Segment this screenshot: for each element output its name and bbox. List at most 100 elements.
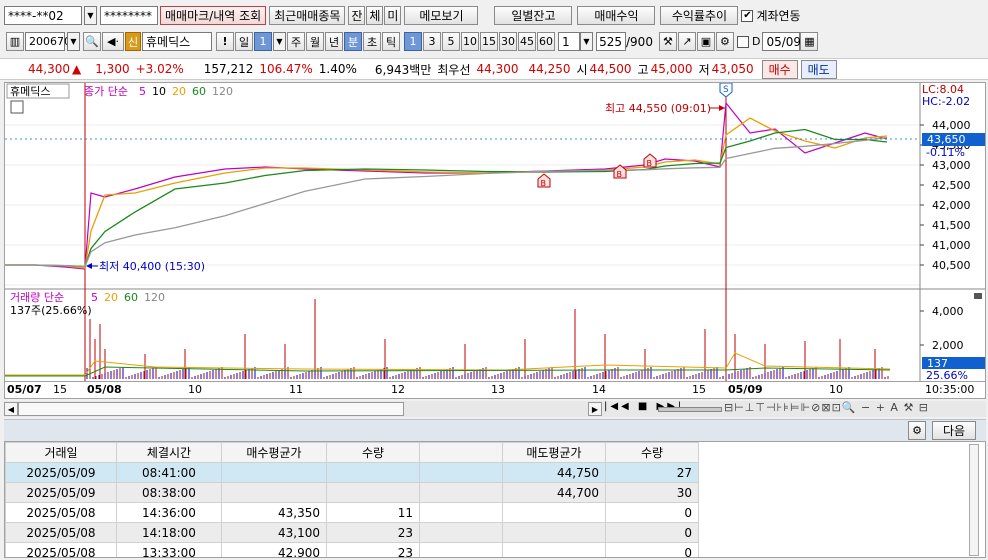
- executed-tab[interactable]: 체: [366, 6, 384, 25]
- cell-buy-qty: [326, 482, 420, 503]
- volume-ma-period-label: 60: [124, 291, 138, 304]
- volume-ma-periods: 5 20 60 120: [91, 291, 165, 304]
- interval-button[interactable]: 30: [499, 32, 517, 51]
- sell-button[interactable]: 매도: [800, 59, 837, 79]
- cell-date: 2025/05/09: [5, 462, 117, 483]
- account-field[interactable]: ****-**02: [4, 6, 82, 25]
- interval-dropdown[interactable]: ▼: [580, 32, 593, 51]
- interval-button[interactable]: 60: [537, 32, 555, 51]
- credit-badge: 신: [125, 32, 141, 51]
- interval-button[interactable]: 1: [404, 32, 422, 51]
- save-icon[interactable]: ▣: [696, 32, 715, 51]
- cell-buy-qty: 23: [326, 522, 420, 543]
- layout-icon[interactable]: ▥: [6, 32, 24, 51]
- account-link-checkbox[interactable]: ✔: [741, 9, 754, 22]
- period-minute-button[interactable]: 분: [344, 32, 362, 51]
- memo-button[interactable]: 메모보기: [404, 6, 479, 25]
- col-header[interactable]: 수량: [605, 442, 699, 463]
- cell-buy-qty: 23: [326, 542, 420, 557]
- account-link-label: 계좌연동: [756, 9, 801, 23]
- calendar-icon[interactable]: ▦: [800, 32, 819, 51]
- return-trend-button[interactable]: 수익률추이: [660, 6, 739, 25]
- period-year-button[interactable]: 년: [325, 32, 343, 51]
- speed-slider[interactable]: [658, 407, 722, 412]
- account-dropdown[interactable]: ▼: [84, 6, 97, 25]
- settings-gear-icon[interactable]: ⚙: [908, 421, 926, 440]
- table-row[interactable]: 2025/05/09 08:38:00 44,700 30: [5, 482, 699, 503]
- ma-period-label: 60: [192, 85, 206, 98]
- speaker-icon[interactable]: ◀·: [102, 32, 124, 51]
- ma-periods: 5 10 20 60 120: [139, 85, 233, 98]
- chart-area[interactable]: 휴메딕스 종가 단순 5102060120 44,00043,50043,000…: [4, 82, 986, 382]
- cell-empty: [419, 542, 503, 557]
- code-dropdown[interactable]: ▼: [67, 32, 80, 51]
- current-price-tag: 43,650: [927, 133, 966, 146]
- cell-empty: [419, 482, 503, 503]
- col-header[interactable]: 거래일: [5, 442, 117, 463]
- draw-icon[interactable]: ↗: [677, 32, 696, 51]
- cell-sell-avg: 44,750: [502, 462, 606, 483]
- hc-label: HC:-2.02: [922, 95, 970, 108]
- period-month-button[interactable]: 월: [306, 32, 324, 51]
- interval-button[interactable]: 5: [442, 32, 460, 51]
- price-axis-tick: 43,000: [932, 159, 971, 172]
- stock-code-field[interactable]: 200670: [25, 32, 71, 51]
- interval-button[interactable]: 15: [480, 32, 498, 51]
- scroll-thumb[interactable]: [18, 402, 404, 416]
- date-field[interactable]: 05/09: [762, 32, 801, 51]
- interval-input[interactable]: 1: [558, 32, 580, 51]
- volume-sub-label: 137주(25.66%): [10, 304, 92, 317]
- next-button[interactable]: 다음: [932, 421, 976, 440]
- trade-history-button[interactable]: 매매마크/내역 조회: [160, 6, 267, 25]
- col-header[interactable]: [419, 442, 503, 463]
- col-header[interactable]: 체결시간: [116, 442, 222, 463]
- trade-profit-button[interactable]: 매매수익: [577, 6, 656, 25]
- alert-icon[interactable]: !: [216, 32, 234, 51]
- search-icon[interactable]: 🔍: [83, 32, 101, 51]
- interval-button[interactable]: 45: [518, 32, 536, 51]
- gear-icon[interactable]: ⚙: [715, 32, 734, 51]
- cell-empty: [419, 502, 503, 523]
- col-header[interactable]: 수량: [326, 442, 420, 463]
- col-header[interactable]: 매수평균가: [221, 442, 327, 463]
- daily-balance-button[interactable]: 일별잔고: [494, 6, 573, 25]
- turnover-rate: 1.40%: [318, 62, 357, 76]
- drawing-tools-icons[interactable]: ⊟⊢⊥⊤⊣⊦⊧⊨⊩⊘⊠⊡🔍 − + A ⚒ ⊟: [724, 401, 929, 414]
- interval-button[interactable]: 3: [423, 32, 441, 51]
- scroll-left-icon[interactable]: ◀: [4, 402, 18, 416]
- unexecuted-tab[interactable]: 미: [384, 6, 402, 25]
- password-field[interactable]: ********: [100, 6, 158, 25]
- interval-button[interactable]: 10: [461, 32, 479, 51]
- grid-icon[interactable]: [10, 100, 24, 114]
- period-week-button[interactable]: 주: [287, 32, 305, 51]
- balance-tab[interactable]: 잔: [348, 6, 366, 25]
- buy-button[interactable]: 매수: [761, 59, 798, 79]
- period-day-button[interactable]: 일: [235, 32, 253, 51]
- low-price: 43,050: [711, 62, 754, 76]
- table-row[interactable]: 2025/05/08 14:18:00 43,100 23 0: [5, 522, 699, 543]
- period-second-button[interactable]: 초: [363, 32, 381, 51]
- recent-stocks-button[interactable]: 최근매매종목: [269, 6, 346, 25]
- chart-scroll-row: ◀ ▶ |◀◀ ■ ▶▶| ⊟⊢⊥⊤⊣⊦⊧⊨⊩⊘⊠⊡🔍 − + A ⚒ ⊟: [4, 401, 986, 417]
- period-tick-button[interactable]: 틱: [382, 32, 400, 51]
- cell-sell-qty: 0: [605, 542, 699, 557]
- cell-sell-avg: [502, 502, 606, 523]
- period-day-number[interactable]: 1: [254, 32, 272, 51]
- cell-time: 14:18:00: [116, 522, 222, 543]
- tools-icon[interactable]: ⚒: [658, 32, 677, 51]
- x-axis: 05/07 15 05/08 10 11 12 13 14 15 05/09 1…: [4, 382, 986, 399]
- volume-ratio: 106.47%: [259, 62, 313, 76]
- count-input[interactable]: 525: [596, 32, 626, 51]
- scroll-right-icon[interactable]: ▶: [588, 402, 602, 416]
- date-checkbox[interactable]: [736, 35, 749, 48]
- table-row[interactable]: 2025/05/08 14:36:00 43,350 11 0: [5, 502, 699, 523]
- panel-close-icon[interactable]: [974, 293, 982, 299]
- stock-name-field[interactable]: 휴메딕스: [142, 32, 212, 51]
- trade-amount: 6,943백만: [374, 62, 432, 77]
- table-row[interactable]: 2025/05/09 08:41:00 44,750 27: [5, 462, 699, 483]
- col-header[interactable]: 매도평균가: [502, 442, 606, 463]
- period-dropdown[interactable]: ▼: [273, 32, 286, 51]
- cell-time: 13:33:00: [116, 542, 222, 557]
- table-scrollbar[interactable]: [969, 444, 979, 556]
- table-row[interactable]: 2025/05/08 13:33:00 42,900 23 0: [5, 542, 699, 557]
